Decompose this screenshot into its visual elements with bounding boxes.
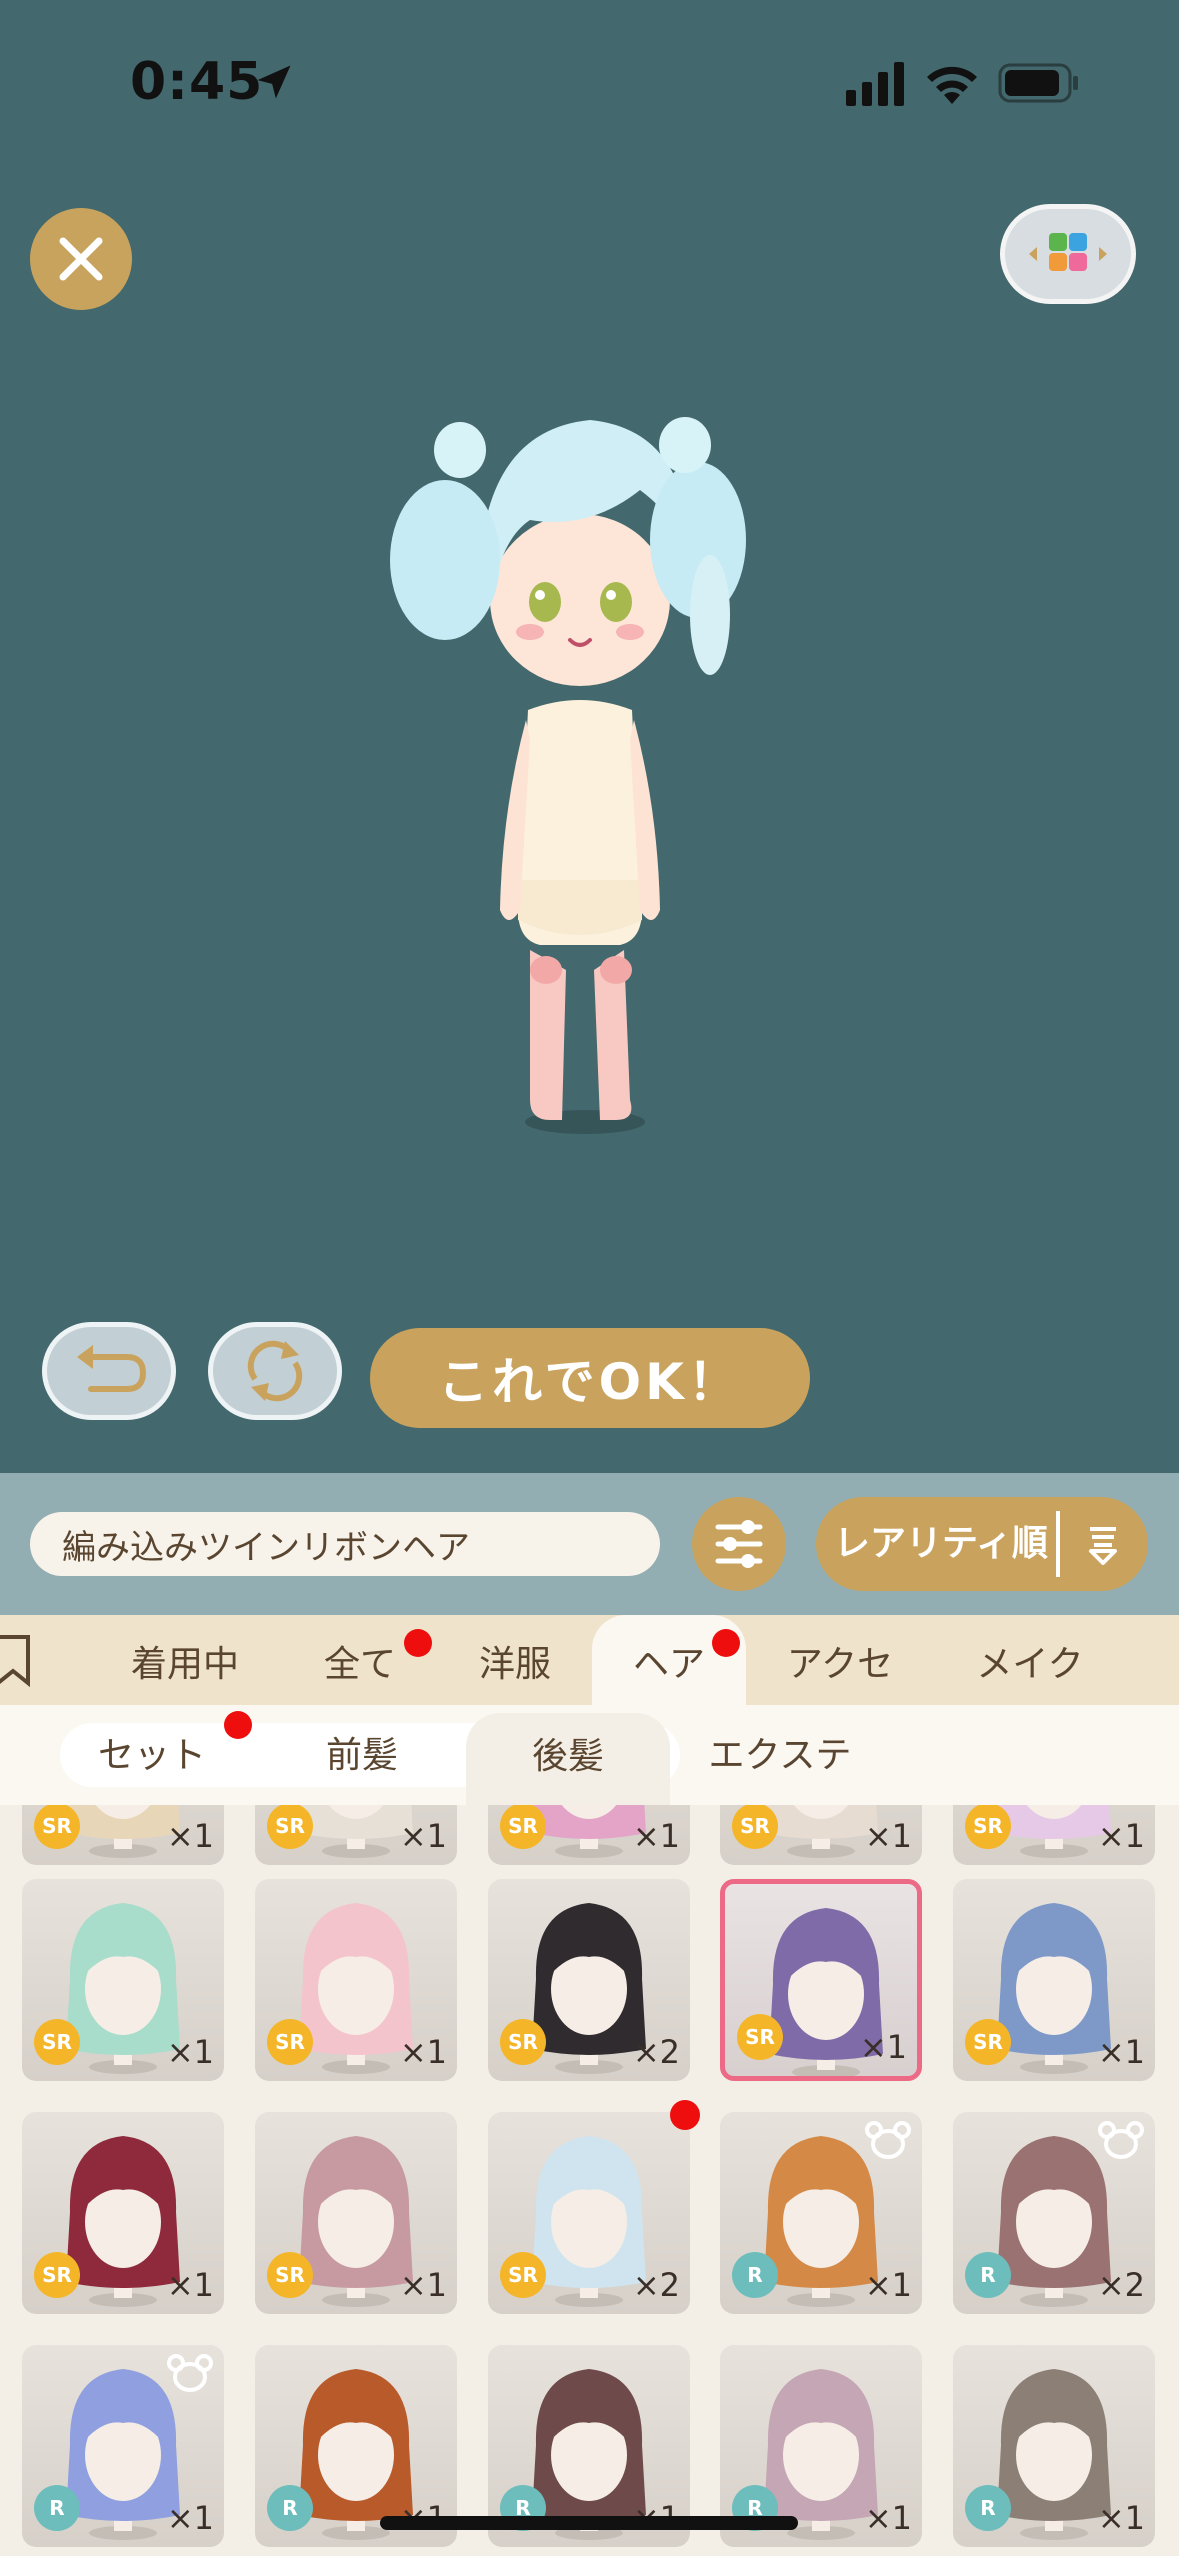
item-quantity: ×1 bbox=[1097, 2033, 1145, 2071]
avatar-character bbox=[390, 417, 746, 1134]
rarity-badge: SR bbox=[34, 1805, 80, 1849]
hair-item-card[interactable]: SR ×1 bbox=[22, 1805, 224, 1865]
new-item-badge bbox=[670, 2100, 700, 2130]
hair-item-card[interactable]: SR ×1 bbox=[720, 1879, 922, 2081]
rarity-badge: R bbox=[267, 2485, 313, 2531]
subtab-set-badge bbox=[224, 1711, 252, 1739]
hair-item-card[interactable]: SR ×1 bbox=[488, 1805, 690, 1865]
tab-makeup[interactable]: メイク bbox=[960, 1615, 1100, 1705]
item-quantity: ×1 bbox=[399, 2033, 447, 2071]
sort-button[interactable]: レアリティ順 bbox=[816, 1497, 1148, 1591]
bear-icon bbox=[865, 2121, 911, 2159]
rarity-badge: SR bbox=[500, 1805, 546, 1849]
rarity-badge: SR bbox=[965, 1805, 1011, 1849]
sort-icon bbox=[1089, 1527, 1117, 1565]
reset-button[interactable] bbox=[208, 1322, 342, 1420]
tab-accessories[interactable]: アクセ bbox=[770, 1615, 910, 1705]
item-quantity: ×1 bbox=[399, 1817, 447, 1855]
rarity-badge: SR bbox=[500, 2019, 546, 2065]
sliders-icon bbox=[715, 1520, 763, 1568]
location-arrow-icon bbox=[257, 65, 291, 99]
hair-item-card[interactable]: R ×1 bbox=[953, 2345, 1155, 2547]
hair-item-card[interactable]: R ×2 bbox=[953, 2112, 1155, 2314]
rarity-badge: SR bbox=[34, 2252, 80, 2298]
item-quantity: ×1 bbox=[864, 2266, 912, 2304]
rarity-badge: R bbox=[34, 2485, 80, 2531]
rarity-badge: SR bbox=[965, 2019, 1011, 2065]
rarity-badge: SR bbox=[737, 2014, 783, 2060]
undo-button[interactable] bbox=[42, 1322, 176, 1420]
avatar-preview-stage: 0:45 これでOK！ bbox=[0, 0, 1179, 1473]
hair-item-card[interactable]: SR ×1 bbox=[255, 2112, 457, 2314]
category-tabs: 着用中 全て 洋服 ヘア アクセ メイク bbox=[0, 1615, 1179, 1705]
status-bar: 0:45 bbox=[0, 0, 1179, 170]
bear-icon bbox=[167, 2354, 213, 2392]
tab-all-badge bbox=[404, 1629, 432, 1657]
close-button[interactable] bbox=[30, 208, 132, 310]
subtab-back-hair[interactable]: 後髪 bbox=[466, 1713, 670, 1805]
hair-item-card[interactable]: SR ×1 bbox=[953, 1879, 1155, 2081]
rarity-badge: SR bbox=[500, 2252, 546, 2298]
item-quantity: ×1 bbox=[1097, 1817, 1145, 1855]
item-quantity: ×1 bbox=[166, 2033, 214, 2071]
battery-icon bbox=[998, 63, 1078, 103]
home-indicator bbox=[380, 2516, 798, 2530]
tab-all[interactable]: 全て bbox=[290, 1615, 430, 1705]
subtab-set[interactable]: セット bbox=[62, 1723, 242, 1787]
status-time: 0:45 bbox=[130, 52, 264, 112]
confirm-ok-button[interactable]: これでOK！ bbox=[370, 1328, 810, 1428]
bear-icon bbox=[1098, 2121, 1144, 2159]
filter-button[interactable] bbox=[692, 1497, 786, 1591]
undo-icon bbox=[77, 1345, 147, 1392]
hair-item-card[interactable]: R ×1 bbox=[22, 2345, 224, 2547]
hair-item-card[interactable]: SR ×1 bbox=[22, 2112, 224, 2314]
cellular-signal-icon bbox=[846, 62, 904, 106]
item-quantity: ×1 bbox=[864, 1817, 912, 1855]
selected-item-name-field[interactable]: 編み込みツインリボンヘア bbox=[30, 1512, 660, 1576]
item-quantity: ×1 bbox=[166, 1817, 214, 1855]
hair-item-card[interactable]: R ×1 bbox=[720, 2112, 922, 2314]
rarity-badge: R bbox=[965, 2485, 1011, 2531]
close-icon bbox=[59, 237, 103, 281]
item-quantity: ×2 bbox=[632, 2033, 680, 2071]
rarity-badge: R bbox=[965, 2252, 1011, 2298]
rarity-badge: SR bbox=[732, 1805, 778, 1849]
hair-item-card[interactable]: SR ×1 bbox=[953, 1805, 1155, 1865]
rarity-badge: SR bbox=[267, 2019, 313, 2065]
item-quantity: ×2 bbox=[632, 2266, 680, 2304]
item-quantity: ×1 bbox=[1097, 2499, 1145, 2537]
tab-hair-badge bbox=[712, 1629, 740, 1657]
rarity-badge: SR bbox=[267, 2252, 313, 2298]
rarity-badge: R bbox=[732, 2252, 778, 2298]
sort-divider bbox=[1056, 1511, 1060, 1577]
bookmark-icon[interactable] bbox=[0, 1633, 32, 1687]
tab-wearing[interactable]: 着用中 bbox=[110, 1615, 260, 1705]
hair-item-card[interactable]: SR ×1 bbox=[22, 1879, 224, 2081]
item-quantity: ×1 bbox=[632, 1817, 680, 1855]
rotate-icon bbox=[247, 1340, 303, 1402]
sort-label: レアリティ順 bbox=[834, 1523, 1048, 1564]
item-quantity: ×2 bbox=[1097, 2266, 1145, 2304]
color-grid-icon bbox=[1029, 233, 1107, 271]
subtab-extensions[interactable]: エクステ bbox=[680, 1723, 880, 1787]
hair-item-card[interactable]: SR ×2 bbox=[488, 1879, 690, 2081]
rarity-badge: SR bbox=[34, 2019, 80, 2065]
item-quantity: ×1 bbox=[859, 2028, 907, 2066]
tab-clothes[interactable]: 洋服 bbox=[450, 1615, 580, 1705]
item-quantity: ×1 bbox=[166, 2499, 214, 2537]
hair-item-card[interactable]: SR ×1 bbox=[255, 1805, 457, 1865]
item-quantity: ×1 bbox=[864, 2499, 912, 2537]
hair-item-card[interactable]: SR ×2 bbox=[488, 2112, 690, 2314]
item-quantity: ×1 bbox=[166, 2266, 214, 2304]
hair-item-card[interactable]: SR ×1 bbox=[255, 1879, 457, 2081]
subtab-front-hair[interactable]: 前髪 bbox=[272, 1723, 452, 1787]
hair-item-card[interactable]: SR ×1 bbox=[720, 1805, 922, 1865]
item-quantity: ×1 bbox=[399, 2266, 447, 2304]
rarity-badge: SR bbox=[267, 1805, 313, 1849]
hair-item-grid: SR ×1 SR ×1 SR ×1 SR ×1 SR ×1 SR ×1 SR ×1 SR ×2 SR ×1 SR ×1… bbox=[0, 1805, 1179, 2556]
color-variant-button[interactable] bbox=[1000, 204, 1136, 304]
hair-subtabs: セット 前髪 後髪 エクステ bbox=[0, 1705, 1179, 1805]
wifi-icon bbox=[927, 66, 977, 104]
